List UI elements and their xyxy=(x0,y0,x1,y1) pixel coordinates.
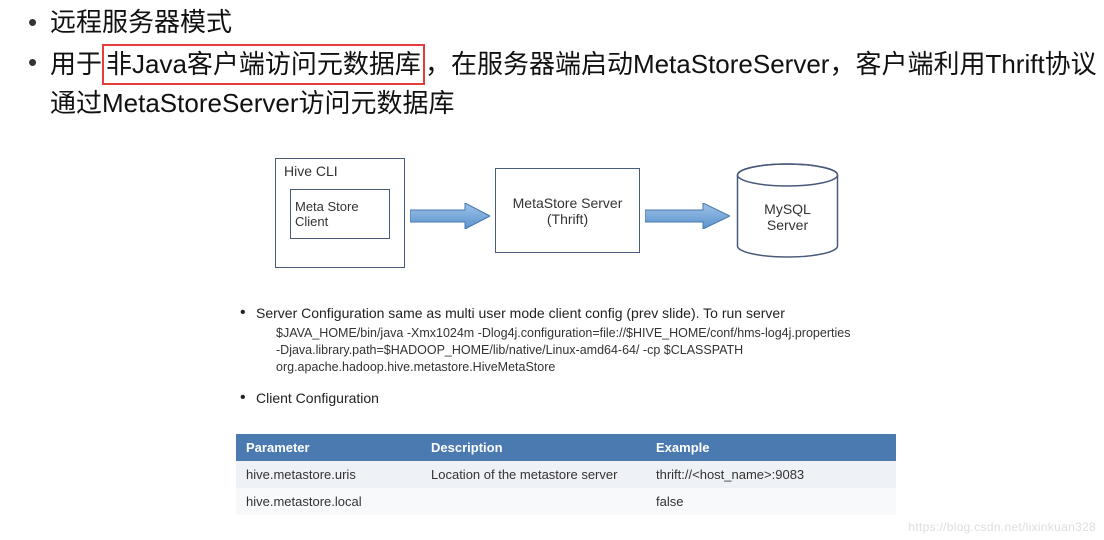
th-description: Description xyxy=(421,434,646,461)
arrow-icon xyxy=(410,203,490,229)
td-parameter: hive.metastore.uris xyxy=(236,461,421,488)
hive-cli-label: Hive CLI xyxy=(284,163,338,179)
code-line: org.apache.hadoop.hive.metastore.HiveMet… xyxy=(276,359,926,376)
code-line: -Djava.library.path=$HADOOP_HOME/lib/nat… xyxy=(276,342,926,359)
bullet-text-pre: 用于 xyxy=(50,49,102,79)
metastore-client-box: Meta Store Client xyxy=(290,189,390,239)
metastore-server-label-1: MetaStore Server xyxy=(513,195,623,211)
config-table: Parameter Description Example hive.metas… xyxy=(236,434,896,515)
table-row: hive.metastore.local false xyxy=(236,488,896,515)
bullet-item-2: 用于非Java客户端访问元数据库，在服务器端启动MetaStoreServer，… xyxy=(28,44,1104,123)
mysql-label-2: Server xyxy=(735,217,840,233)
table-row: hive.metastore.uris Location of the meta… xyxy=(236,461,896,488)
td-parameter: hive.metastore.local xyxy=(236,488,421,515)
metastore-server-box: MetaStore Server (Thrift) xyxy=(495,168,640,253)
bullet-list: 远程服务器模式 用于非Java客户端访问元数据库，在服务器端启动MetaStor… xyxy=(0,0,1104,123)
td-example: false xyxy=(646,488,896,515)
mysql-label: MySQL Server xyxy=(735,201,840,233)
table-header-row: Parameter Description Example xyxy=(236,434,896,461)
th-example: Example xyxy=(646,434,896,461)
metastore-client-label: Meta Store Client xyxy=(295,199,385,229)
client-config-heading: Client Configuration xyxy=(236,390,926,406)
highlight-box: 非Java客户端访问元数据库 xyxy=(102,44,425,86)
arrow-icon xyxy=(645,203,730,229)
watermark: https://blog.csdn.net/lixinkuan328 xyxy=(908,520,1096,534)
config-section: Server Configuration same as multi user … xyxy=(236,305,926,410)
th-parameter: Parameter xyxy=(236,434,421,461)
server-config-heading: Server Configuration same as multi user … xyxy=(236,305,926,321)
code-block: $JAVA_HOME/bin/java -Xmx1024m -Dlog4j.co… xyxy=(276,325,926,376)
metastore-server-label-2: (Thrift) xyxy=(547,211,588,227)
database-icon: MySQL Server xyxy=(735,163,840,258)
code-line: $JAVA_HOME/bin/java -Xmx1024m -Dlog4j.co… xyxy=(276,325,926,342)
td-description: Location of the metastore server xyxy=(421,461,646,488)
td-example: thrift://<host_name>:9083 xyxy=(646,461,896,488)
bullet-item-1: 远程服务器模式 xyxy=(28,4,1104,42)
architecture-diagram: Hive CLI Meta Store Client MetaStore Ser… xyxy=(275,148,875,298)
mysql-label-1: MySQL xyxy=(735,201,840,217)
bullet-text: 远程服务器模式 xyxy=(50,7,232,37)
td-description xyxy=(421,488,646,515)
hive-cli-box: Hive CLI Meta Store Client xyxy=(275,158,405,268)
